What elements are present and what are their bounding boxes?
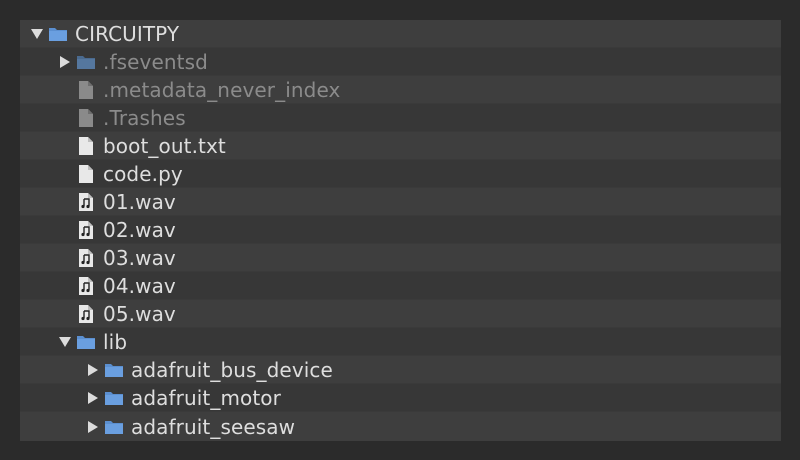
tree-item-adafruit-motor[interactable]: adafruit_motor [20, 384, 781, 412]
tree-item-lib[interactable]: lib [20, 328, 781, 356]
file-icon [76, 108, 96, 128]
tree-item-label: adafruit_bus_device [131, 357, 333, 382]
tree-item-label: .fseventsd [103, 49, 208, 74]
audio-file-icon [76, 220, 96, 240]
tree-item-adafruit-seesaw[interactable]: adafruit_seesaw [20, 412, 781, 441]
tree-item-code-py[interactable]: code.py [20, 160, 781, 188]
tree-item-label: .metadata_never_index [103, 77, 341, 102]
chevron-down-icon[interactable] [58, 335, 72, 349]
chevron-down-icon[interactable] [30, 27, 44, 41]
chevron-right-icon[interactable] [86, 391, 100, 405]
tree-item-label: boot_out.txt [103, 133, 226, 158]
chevron-right-icon[interactable] [86, 363, 100, 377]
file-icon [76, 164, 96, 184]
tree-item-label: code.py [103, 161, 183, 186]
tree-item-trashes[interactable]: .Trashes [20, 104, 781, 132]
tree-item-circuitpy[interactable]: CIRCUITPY [20, 20, 781, 48]
tree-item-label: adafruit_motor [131, 385, 281, 410]
audio-file-icon [76, 276, 96, 296]
folder-icon [104, 388, 124, 408]
tree-item-label: lib [103, 329, 128, 354]
tree-item-label: .Trashes [103, 105, 186, 130]
folder-icon [104, 360, 124, 380]
file-tree: CIRCUITPY .fseventsd .metadata_never_ind… [20, 20, 781, 441]
tree-item-label: 03.wav [103, 245, 176, 270]
audio-file-icon [76, 248, 96, 268]
folder-icon [76, 332, 96, 352]
tree-item-01-wav[interactable]: 01.wav [20, 188, 781, 216]
folder-icon [104, 417, 124, 437]
chevron-right-icon[interactable] [58, 55, 72, 69]
chevron-right-icon[interactable] [86, 420, 100, 434]
file-icon [76, 80, 96, 100]
tree-item-label: 05.wav [103, 301, 176, 326]
tree-item-label: 02.wav [103, 217, 176, 242]
folder-icon [76, 52, 96, 72]
tree-item-02-wav[interactable]: 02.wav [20, 216, 781, 244]
tree-item-03-wav[interactable]: 03.wav [20, 244, 781, 272]
tree-item-05-wav[interactable]: 05.wav [20, 300, 781, 328]
tree-item-fseventsd[interactable]: .fseventsd [20, 48, 781, 76]
tree-item-label: CIRCUITPY [75, 21, 180, 46]
audio-file-icon [76, 192, 96, 212]
tree-item-adafruit-bus-device[interactable]: adafruit_bus_device [20, 356, 781, 384]
tree-item-label: 01.wav [103, 189, 176, 214]
tree-item-label: adafruit_seesaw [131, 414, 296, 439]
folder-icon [48, 24, 68, 44]
tree-item-04-wav[interactable]: 04.wav [20, 272, 781, 300]
file-icon [76, 136, 96, 156]
tree-item-label: 04.wav [103, 273, 176, 298]
tree-item-boot-out-txt[interactable]: boot_out.txt [20, 132, 781, 160]
tree-item-metadata-never-index[interactable]: .metadata_never_index [20, 76, 781, 104]
audio-file-icon [76, 304, 96, 324]
